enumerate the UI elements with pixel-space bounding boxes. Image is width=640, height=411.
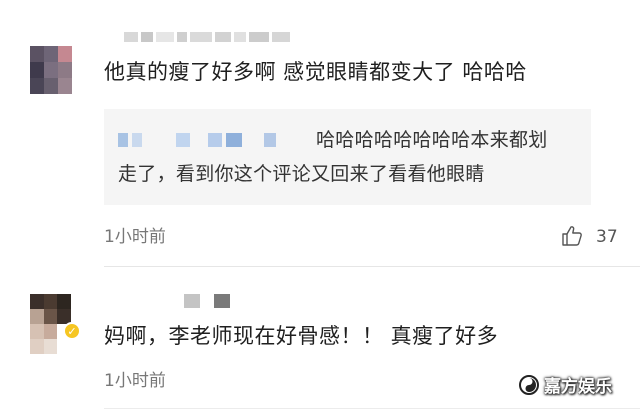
divider [104,266,640,267]
comment-text: 妈啊，李老师现在好骨感！！ 真瘦了好多 [104,324,499,348]
comment-text: 他真的瘦了好多啊 感觉眼睛都变大了 哈哈哈 [104,60,527,84]
reply-box[interactable]: 哈哈哈哈哈哈哈哈本来都划 走了，看到你这个评论又回来了看看他眼睛 [104,109,591,205]
thumbs-up-icon[interactable] [561,224,585,248]
reply-username-obscured[interactable] [118,133,276,147]
swirl-logo-icon [519,374,539,395]
verified-v-icon: ✓ [63,322,81,340]
like-count: 37 [596,227,618,247]
comment-timestamp: 1小时前 [104,227,166,247]
username-obscured[interactable] [124,30,290,44]
watermark: 嘉方娱乐 [518,372,612,397]
username-obscured[interactable] [184,294,230,308]
divider [104,408,640,409]
reply-text-line: 哈哈哈哈哈哈哈哈本来都划 [316,129,548,151]
avatar[interactable] [30,30,86,94]
reply-text-line: 走了，看到你这个评论又回来了看看他眼睛 [118,163,485,185]
watermark-text: 嘉方娱乐 [544,377,612,397]
comment-timestamp: 1小时前 [104,371,166,391]
